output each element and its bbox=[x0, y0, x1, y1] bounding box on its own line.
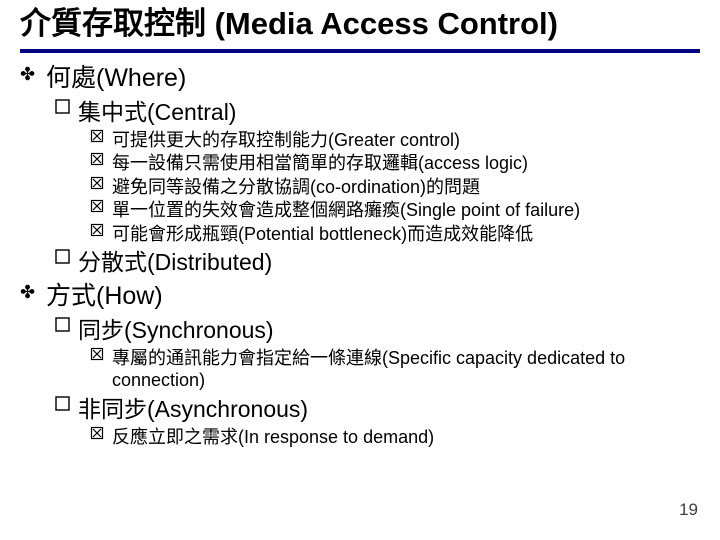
bullet-l3: 可能會形成瓶頸(Potential bottleneck)而造成效能降低 bbox=[90, 223, 700, 246]
bullet-text: 分散式(Distributed) bbox=[78, 248, 700, 277]
bullet-text: 可提供更大的存取控制能力(Greater control) bbox=[112, 129, 700, 152]
page-number: 19 bbox=[679, 500, 698, 520]
y-bullet-icon bbox=[54, 316, 78, 334]
bullet-l3: 單一位置的失效會造成整個網路癱瘓(Single point of failure… bbox=[90, 199, 700, 222]
bullet-text: 集中式(Central) bbox=[78, 98, 700, 127]
bullet-text: 可能會形成瓶頸(Potential bottleneck)而造成效能降低 bbox=[112, 223, 700, 246]
y-bullet-icon bbox=[54, 248, 78, 266]
slide: 介質存取控制 (Media Access Control) ✤ 何處(Where… bbox=[0, 0, 720, 540]
bullet-l1-where: ✤ 何處(Where) bbox=[20, 63, 700, 94]
svg-text:✤: ✤ bbox=[20, 282, 35, 302]
bullet-text: 何處(Where) bbox=[46, 63, 700, 94]
z-bullet-icon: ✤ bbox=[20, 64, 46, 84]
title-underline bbox=[20, 49, 700, 53]
y-bullet-icon bbox=[54, 98, 78, 116]
bullet-l3: 避免同等設備之分散協調(co-ordination)的問題 bbox=[90, 176, 700, 199]
z-bullet-icon: ✤ bbox=[20, 282, 46, 302]
slide-title: 介質存取控制 (Media Access Control) bbox=[20, 6, 700, 43]
bullet-text: 每一設備只需使用相當簡單的存取邏輯(access logic) bbox=[112, 152, 700, 175]
bullet-text: 方式(How) bbox=[46, 281, 700, 312]
bullet-text: 非同步(Asynchronous) bbox=[78, 395, 700, 424]
bullet-l2-sync: 同步(Synchronous) bbox=[54, 316, 700, 345]
bullet-text: 專屬的通訊能力會指定給一條連線(Specific capacity dedica… bbox=[112, 347, 700, 392]
y-bullet-icon bbox=[54, 395, 78, 413]
bullet-text: 避免同等設備之分散協調(co-ordination)的問題 bbox=[112, 176, 700, 199]
x-bullet-icon bbox=[90, 223, 112, 238]
x-bullet-icon bbox=[90, 426, 112, 441]
x-bullet-icon bbox=[90, 347, 112, 362]
x-bullet-icon bbox=[90, 152, 112, 167]
bullet-l2-distributed: 分散式(Distributed) bbox=[54, 248, 700, 277]
x-bullet-icon bbox=[90, 129, 112, 144]
bullet-text: 單一位置的失效會造成整個網路癱瘓(Single point of failure… bbox=[112, 199, 700, 222]
bullet-l3: 可提供更大的存取控制能力(Greater control) bbox=[90, 129, 700, 152]
bullet-l2-central: 集中式(Central) bbox=[54, 98, 700, 127]
bullet-l3: 專屬的通訊能力會指定給一條連線(Specific capacity dedica… bbox=[90, 347, 700, 392]
bullet-l1-how: ✤ 方式(How) bbox=[20, 281, 700, 312]
bullet-l3: 反應立即之需求(In response to demand) bbox=[90, 426, 700, 449]
bullet-l2-async: 非同步(Asynchronous) bbox=[54, 395, 700, 424]
svg-text:✤: ✤ bbox=[20, 64, 35, 84]
bullet-text: 反應立即之需求(In response to demand) bbox=[112, 426, 700, 449]
x-bullet-icon bbox=[90, 199, 112, 214]
bullet-text: 同步(Synchronous) bbox=[78, 316, 700, 345]
bullet-l3: 每一設備只需使用相當簡單的存取邏輯(access logic) bbox=[90, 152, 700, 175]
x-bullet-icon bbox=[90, 176, 112, 191]
